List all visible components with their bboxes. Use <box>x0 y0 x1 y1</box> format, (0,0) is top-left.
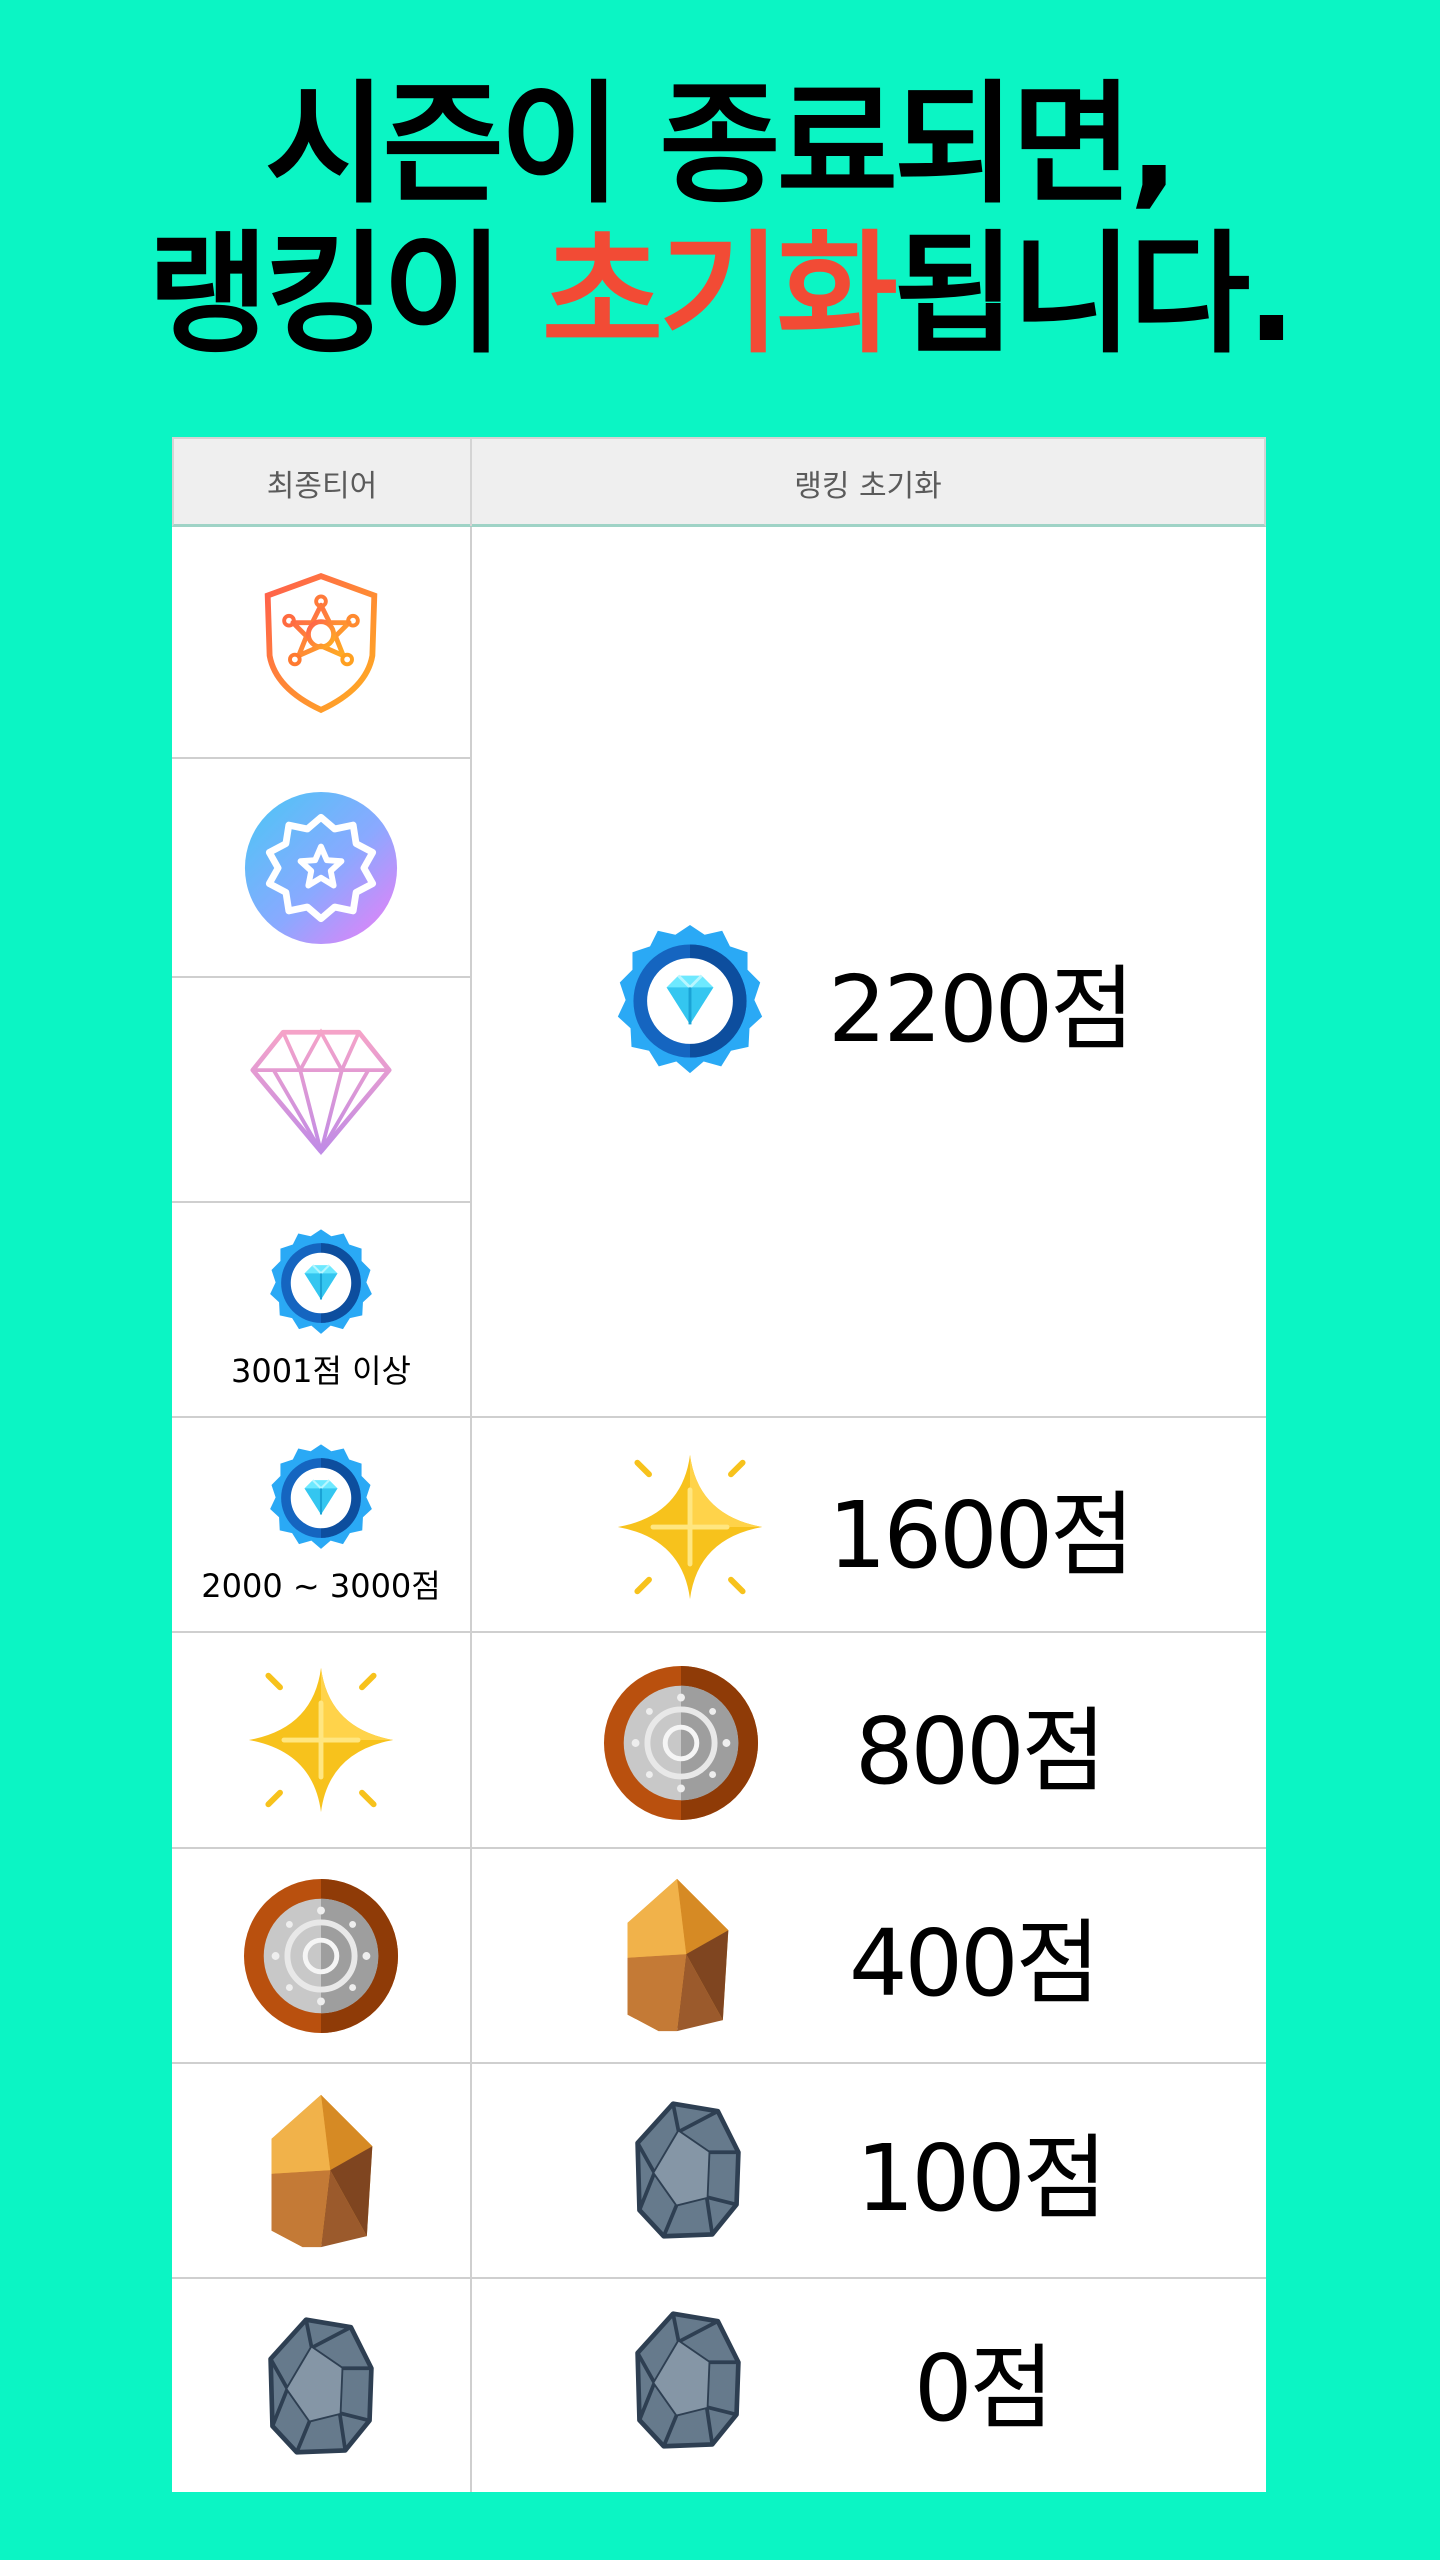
tier-row-7 <box>172 1849 470 2062</box>
pink-diamond-outline-icon <box>245 1019 397 1161</box>
tier-row-3 <box>172 978 470 1201</box>
tier-reset-table: 최종티어 랭킹 초기화 3001점 이상 2000 ~ 3000점 2200점 … <box>172 437 1266 2492</box>
headline-line-1: 시즌이 종료되면, <box>264 68 1179 222</box>
headline-line-2: 랭킹이 초기화됩니다. <box>0 220 1440 370</box>
gray-rock-icon <box>632 2305 744 2455</box>
column-divider <box>470 527 472 2492</box>
reset-points: 1600점 <box>828 1481 1135 1589</box>
reset-points: 2200점 <box>828 955 1135 1063</box>
reset-row-6: 0점 <box>632 2305 1054 2455</box>
header-ranking-reset: 랭킹 초기화 <box>794 468 942 504</box>
reset-row-1: 2200점 <box>612 923 1135 1079</box>
reset-row-3: 800점 <box>602 1664 1106 1822</box>
headline-line-2-start: 랭킹이 <box>147 218 542 372</box>
tier-caption: 2000 ~ 3000점 <box>201 1566 441 1605</box>
gold-sparkle-star-icon <box>243 1662 399 1818</box>
tier-row-8 <box>172 2064 470 2277</box>
tier-row-4: 3001점 이상 <box>172 1203 470 1416</box>
blue-diamond-badge-icon <box>266 1228 376 1338</box>
gradient-star-badge-icon <box>243 790 399 946</box>
headline-accent: 초기화 <box>541 218 898 372</box>
sheriff-shield-icon <box>258 568 384 718</box>
gray-rock-icon <box>265 2313 377 2459</box>
tier-row-6 <box>172 1633 470 1847</box>
reset-points: 800점 <box>855 1697 1106 1805</box>
headline: 시즌이 종료되면, 랭킹이 초기화됩니다. <box>0 70 1440 370</box>
reset-row-5: 100점 <box>632 2095 1107 2245</box>
bronze-silver-coin-icon <box>242 1877 400 2035</box>
amber-crystal-icon <box>622 1877 732 2033</box>
blue-diamond-badge-icon <box>612 923 768 1079</box>
bronze-silver-coin-icon <box>602 1664 760 1822</box>
headline-line-2-end: 됩니다. <box>894 218 1296 372</box>
reset-points: 400점 <box>849 1909 1100 2017</box>
amber-crystal-icon <box>266 2093 376 2249</box>
gold-sparkle-star-icon <box>612 1449 768 1605</box>
reset-points: 0점 <box>914 2334 1054 2442</box>
tier-row-9 <box>172 2279 470 2492</box>
tier-row-2 <box>172 759 470 976</box>
header-final-tier: 최종티어 <box>174 439 472 526</box>
blue-diamond-badge-icon <box>266 1443 376 1553</box>
tier-caption: 3001점 이상 <box>231 1351 411 1390</box>
reset-row-2: 1600점 <box>612 1449 1135 1605</box>
tier-row-5: 2000 ~ 3000점 <box>172 1418 470 1631</box>
tier-row-1 <box>172 529 470 757</box>
reset-row-4: 400점 <box>622 1877 1100 2033</box>
table-header: 최종티어 랭킹 초기화 <box>172 437 1266 527</box>
gray-rock-icon <box>632 2095 744 2245</box>
reset-points: 100점 <box>856 2124 1107 2232</box>
